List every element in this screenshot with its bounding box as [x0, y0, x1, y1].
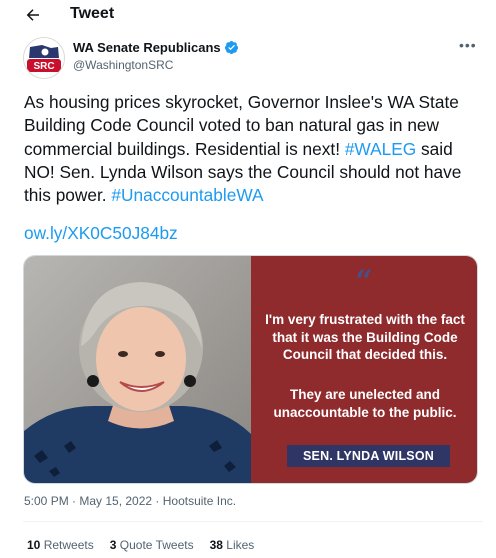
quote-text-primary: I'm very frustrated with the fact that i…: [265, 312, 465, 362]
verified-badge-icon: [224, 40, 238, 55]
retweets-label: Retweets: [43, 538, 94, 552]
engagement-stats: 10 Retweets 3 Quote Tweets 38 Likes: [27, 538, 254, 552]
tweet-media[interactable]: “ I'm very frustrated with the fact that…: [23, 255, 478, 484]
quote-tweets-label: Quote Tweets: [119, 538, 194, 552]
likes-count: 38: [209, 538, 223, 552]
author-handle[interactable]: @WashingtonSRC: [73, 58, 173, 72]
quote-text-secondary: They are unelected and unaccountable to …: [273, 387, 457, 420]
likes-stat[interactable]: 38 Likes: [210, 538, 255, 552]
senator-photo: [24, 256, 251, 483]
back-arrow-icon: [26, 9, 39, 21]
tweet-timestamp[interactable]: 5:00 PM · May 15, 2022 · Hootsuite Inc.: [24, 494, 236, 508]
tweet-page: Tweet SRC WA Senate Republicans @Washing…: [0, 0, 496, 558]
page-title: Tweet: [70, 5, 115, 22]
header: Tweet: [0, 0, 496, 30]
author-name-row[interactable]: WA Senate Republicans: [73, 40, 239, 55]
tweet-link[interactable]: ow.ly/XK0C50J84bz: [24, 223, 178, 244]
avatar-text: SRC: [33, 61, 54, 72]
hashtag-waleg[interactable]: #WALEG: [345, 139, 416, 159]
back-button[interactable]: [22, 4, 44, 26]
quote-mark-icon: “: [355, 264, 373, 299]
quote-tweets-stat[interactable]: 3 Quote Tweets: [110, 538, 194, 552]
more-options-icon: •••: [459, 37, 477, 53]
author-name[interactable]: WA Senate Republicans: [73, 40, 221, 55]
retweets-stat[interactable]: 10 Retweets: [27, 538, 94, 552]
quote-tweets-count: 3: [109, 538, 117, 552]
more-options-button[interactable]: •••: [459, 37, 477, 53]
avatar[interactable]: SRC: [23, 37, 65, 79]
retweets-count: 10: [27, 538, 41, 552]
src-logo-icon: SRC: [24, 38, 64, 78]
hashtag-unaccountablewa[interactable]: #UnaccountableWA: [111, 185, 263, 205]
portrait-illustration: [24, 282, 251, 483]
quote-panel: “ I'm very frustrated with the fact that…: [251, 256, 477, 483]
divider: [23, 521, 483, 522]
likes-label: Likes: [226, 538, 255, 552]
quote-attribution: SEN. LYNDA WILSON: [287, 445, 450, 467]
tweet-text: As housing prices skyrocket, Governor In…: [24, 91, 484, 207]
